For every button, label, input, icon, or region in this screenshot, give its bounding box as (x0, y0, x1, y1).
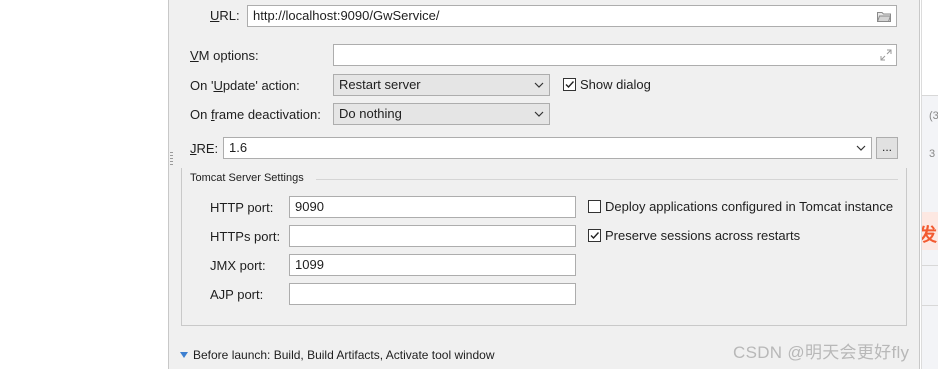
checkmark-icon (590, 232, 600, 240)
update-action-label: On 'Update' action: (190, 78, 300, 93)
right-panel-divider (922, 265, 938, 266)
deploy-apps-label[interactable]: Deploy applications configured in Tomcat… (605, 199, 893, 214)
before-launch-toggle[interactable]: Before launch: Build, Build Artifacts, A… (180, 348, 495, 362)
update-action-select[interactable]: Restart server (333, 74, 550, 96)
resize-grip[interactable] (170, 152, 173, 166)
chevron-down-icon (534, 82, 544, 88)
right-panel-badge[interactable]: 发I (922, 212, 938, 250)
right-panel-text-mid: 3 (929, 148, 936, 160)
url-field[interactable]: http://localhost:9090/GwService/ (247, 5, 897, 27)
update-action-value: Restart server (339, 77, 421, 92)
url-label: URL: (210, 8, 240, 23)
tomcat-settings-title: Tomcat Server Settings (190, 172, 304, 184)
left-blank-area (0, 0, 168, 369)
https-port-label: HTTPs port: (210, 229, 281, 244)
folder-icon[interactable] (877, 11, 891, 22)
chevron-down-icon (856, 145, 866, 151)
show-dialog-checkbox[interactable] (563, 78, 576, 91)
jre-value: 1.6 (229, 140, 248, 155)
preserve-sessions-checkbox[interactable] (588, 229, 601, 242)
url-value: http://localhost:9090/GwService/ (253, 8, 440, 23)
ajp-port-label: AJP port: (210, 287, 264, 302)
before-launch-label: Before launch: Build, Build Artifacts, A… (193, 348, 495, 362)
https-port-field[interactable] (289, 225, 576, 247)
jre-browse-button[interactable]: ... (876, 137, 898, 159)
right-panel-badge-text: 发I (922, 221, 938, 247)
right-panel-divider (922, 95, 938, 96)
expand-icon[interactable] (880, 49, 892, 61)
right-side-panel: (3 3 发I (921, 0, 938, 369)
http-port-value: 9090 (295, 199, 324, 214)
right-panel-divider (922, 305, 938, 306)
frame-deactivation-value: Do nothing (339, 106, 402, 121)
vm-options-field[interactable] (333, 44, 897, 66)
preserve-sessions-label[interactable]: Preserve sessions across restarts (605, 228, 800, 243)
vm-options-label: VM options: (190, 48, 259, 63)
http-port-label: HTTP port: (210, 200, 274, 215)
http-port-field[interactable]: 9090 (289, 196, 576, 218)
url-label-rest: RL: (219, 8, 240, 23)
right-panel-text-top: (3 (929, 110, 938, 122)
jmx-port-label: JMX port: (210, 258, 266, 273)
show-dialog-label[interactable]: Show dialog (580, 77, 651, 92)
triangle-down-icon (180, 352, 188, 358)
watermark: CSDN @明天会更好fly (733, 343, 910, 362)
jmx-port-value: 1099 (295, 257, 324, 272)
frame-deactivation-label: On frame deactivation: (190, 107, 321, 122)
frame-deactivation-select[interactable]: Do nothing (333, 103, 550, 125)
jmx-port-field[interactable]: 1099 (289, 254, 576, 276)
jre-select[interactable]: 1.6 (223, 137, 872, 159)
group-divider (316, 179, 898, 180)
chevron-down-icon (534, 111, 544, 117)
ajp-port-field[interactable] (289, 283, 576, 305)
checkmark-icon (565, 81, 575, 89)
deploy-apps-checkbox[interactable] (588, 200, 601, 213)
jre-label: JRE: (190, 141, 219, 156)
